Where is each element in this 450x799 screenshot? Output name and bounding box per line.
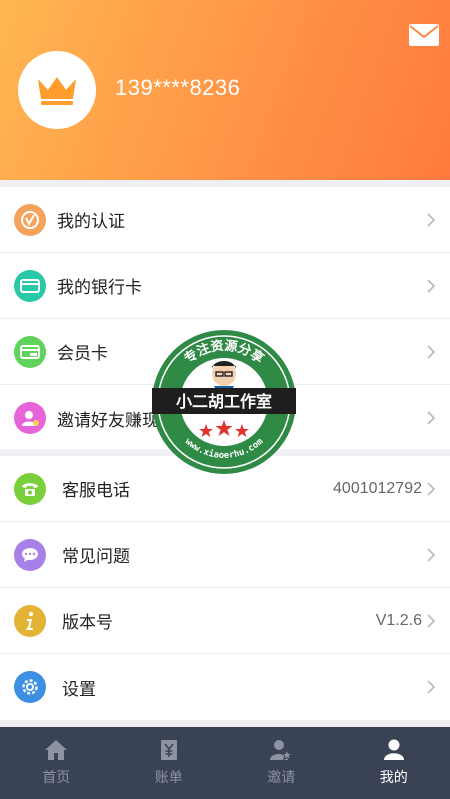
- chevron-right-icon: [427, 411, 436, 425]
- watermark-main-text: 小二胡工作室: [176, 392, 272, 411]
- menu-group-support: 客服电话 4001012792 常见问题 版本号 V1.2.6 设置: [0, 456, 450, 720]
- invite-icon: [270, 740, 294, 761]
- menu-item-label: 客服电话: [62, 481, 130, 501]
- version-number: V1.2.6: [375, 611, 422, 629]
- chevron-right-icon: [427, 547, 436, 562]
- crown-icon: [38, 77, 76, 105]
- watermark-badge: 专注资源分享 www.xiaoerhu.com 小二胡工作室: [152, 330, 296, 474]
- bill-icon: [160, 740, 177, 760]
- chevron-right-icon: [427, 481, 436, 496]
- menu-item-label: 我的银行卡: [57, 278, 142, 298]
- chat-icon: [14, 538, 46, 571]
- menu-item-label: 会员卡: [57, 344, 108, 364]
- chevron-right-icon: [427, 212, 436, 227]
- invite-user-icon: [14, 402, 46, 434]
- vip-card-icon: [14, 335, 46, 368]
- user-icon: [383, 739, 404, 760]
- chevron-right-icon: [427, 278, 436, 293]
- tab-bill[interactable]: 账单: [113, 727, 226, 799]
- menu-item-version[interactable]: 版本号 V1.2.6: [0, 588, 450, 654]
- menu-item-label: 版本号: [62, 613, 113, 633]
- menu-item-label: 邀请好友赚现: [57, 410, 159, 431]
- phone-icon: [14, 472, 46, 505]
- chevron-right-icon: [427, 344, 436, 359]
- menu-item-verify[interactable]: 我的认证: [0, 187, 450, 253]
- profile-header: 139****8236: [0, 0, 450, 180]
- menu-item-label: 我的认证: [57, 212, 125, 232]
- bottom-tab-bar: 首页 账单 邀请 我的: [0, 727, 450, 799]
- chevron-right-icon: [427, 680, 436, 694]
- menu-item-label: 常见问题: [62, 547, 130, 567]
- chevron-right-icon: [427, 613, 436, 628]
- mail-icon[interactable]: [409, 24, 439, 46]
- gear-icon: [14, 671, 46, 703]
- tab-home[interactable]: 首页: [0, 727, 113, 799]
- tab-invite[interactable]: 邀请: [225, 727, 338, 799]
- tab-label: 账单: [154, 770, 183, 786]
- tab-mine[interactable]: 我的: [338, 727, 450, 799]
- home-icon: [45, 740, 68, 760]
- tab-label: 邀请: [267, 770, 296, 786]
- info-icon: [14, 604, 46, 637]
- tab-label: 首页: [42, 770, 71, 786]
- menu-item-bank-card[interactable]: 我的银行卡: [0, 253, 450, 319]
- bank-card-icon: [14, 269, 46, 302]
- avatar[interactable]: [18, 51, 96, 129]
- menu-item-faq[interactable]: 常见问题: [0, 522, 450, 588]
- menu-item-settings[interactable]: 设置: [0, 654, 450, 720]
- user-phone: 139****8236: [115, 75, 241, 100]
- menu-item-label: 设置: [62, 679, 96, 700]
- hotline-number: 4001012792: [333, 479, 422, 497]
- tab-label: 我的: [379, 770, 408, 786]
- verify-icon: [14, 203, 46, 236]
